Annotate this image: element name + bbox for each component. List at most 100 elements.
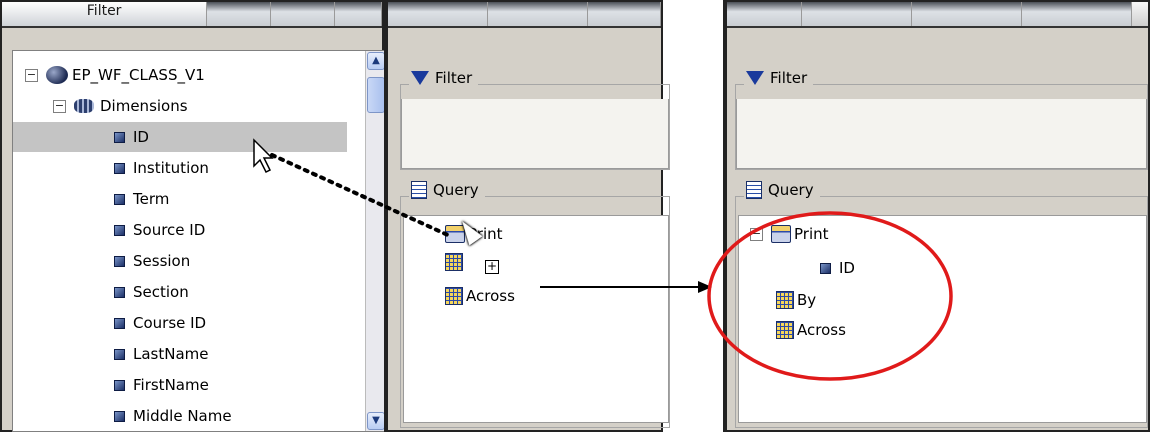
- query-item-label: Print: [794, 225, 829, 243]
- filter-title-label: Filter: [770, 69, 808, 87]
- dimension-field-icon: [820, 262, 831, 274]
- scroll-up-icon[interactable]: ▲: [367, 52, 385, 70]
- query-item-label: Across: [466, 287, 515, 305]
- query-group: Query − Print ID By Across: [735, 181, 1148, 428]
- grid-icon: [445, 253, 463, 271]
- dimension-field-icon: [114, 410, 125, 422]
- tab-bar: [727, 2, 1148, 28]
- query-drop-area[interactable]: [403, 215, 669, 423]
- query-item-across[interactable]: Across: [445, 287, 515, 305]
- tree-item-session[interactable]: Session: [114, 246, 190, 276]
- tab-bar: Filter: [2, 2, 382, 28]
- tab-blank-3[interactable]: [588, 2, 661, 26]
- tab-blank-3[interactable]: [912, 2, 1022, 26]
- filter-funnel-icon: [411, 71, 429, 85]
- dimension-field-icon: [114, 379, 125, 391]
- tree-item-label: ID: [133, 128, 149, 146]
- dimension-field-icon: [114, 224, 125, 236]
- filter-group: Filter: [400, 69, 670, 170]
- tab-blank-3[interactable]: [335, 2, 382, 26]
- filter-title-label: Filter: [435, 69, 473, 87]
- tree-scrollbar[interactable]: ▲ ▼: [365, 51, 385, 431]
- dimension-tree: − EP_WF_CLASS_V1 − Dimensions ID Institu…: [12, 50, 386, 432]
- collapse-icon[interactable]: −: [750, 227, 763, 241]
- query-item-print-id[interactable]: ID: [820, 259, 855, 277]
- tree-item-label: Middle Name: [133, 407, 232, 425]
- dimension-field-icon: [114, 348, 125, 360]
- filter-group-title: Filter: [744, 69, 814, 87]
- query-group: Query Print Across +: [400, 181, 670, 428]
- dimension-field-icon: [114, 317, 125, 329]
- tab-blank-2[interactable]: [271, 2, 336, 26]
- tree-root-label: EP_WF_CLASS_V1: [72, 66, 205, 84]
- dimension-field-icon: [114, 131, 125, 143]
- tree-item-label: Session: [133, 252, 191, 270]
- tree-item-course-id[interactable]: Course ID: [114, 308, 206, 338]
- tree-item-lastname[interactable]: LastName: [114, 339, 209, 369]
- query-document-icon: [411, 181, 427, 199]
- tree-root[interactable]: − EP_WF_CLASS_V1: [25, 60, 205, 90]
- query-item-by[interactable]: By: [776, 291, 816, 309]
- query-item-label: ID: [839, 259, 855, 277]
- query-item-print[interactable]: − Print: [750, 225, 829, 243]
- tab-filter[interactable]: Filter: [2, 2, 208, 26]
- query-group-title: Query: [409, 181, 485, 199]
- tree-dimensions[interactable]: − Dimensions: [53, 91, 188, 121]
- tab-blank-2[interactable]: [802, 2, 912, 26]
- tree-item-institution[interactable]: Institution: [114, 153, 209, 183]
- collapse-icon[interactable]: −: [53, 99, 66, 113]
- tree-item-id[interactable]: ID: [13, 122, 347, 152]
- filter-funnel-icon: [746, 71, 764, 85]
- tree-item-section[interactable]: Section: [114, 277, 189, 307]
- tree-item-label: Term: [133, 190, 170, 208]
- dimension-field-icon: [114, 162, 125, 174]
- filter-drop-area[interactable]: [736, 99, 1147, 169]
- tab-blank-4[interactable]: [1022, 2, 1132, 26]
- tree-item-middle-name[interactable]: Middle Name: [114, 401, 232, 431]
- dimension-field-icon: [114, 286, 125, 298]
- query-item-by-partial[interactable]: [445, 253, 466, 271]
- query-title-label: Query: [768, 181, 814, 199]
- query-panel-before: Filter Query Print Across +: [384, 0, 670, 432]
- transition-arrow-head: [698, 281, 712, 293]
- tree-item-label: Section: [133, 283, 189, 301]
- tree-dimensions-label: Dimensions: [100, 97, 188, 115]
- scroll-thumb[interactable]: [367, 77, 385, 113]
- print-icon: [771, 225, 791, 243]
- query-document-icon: [746, 181, 762, 199]
- drop-add-icon: +: [485, 259, 499, 274]
- grid-icon: [776, 321, 794, 339]
- tree-item-label: LastName: [133, 345, 209, 363]
- tree-item-term[interactable]: Term: [114, 184, 169, 214]
- query-group-title: Query: [744, 181, 820, 199]
- tab-blank-1[interactable]: [727, 2, 802, 26]
- tree-item-label: FirstName: [133, 376, 209, 394]
- collapse-icon[interactable]: −: [25, 68, 38, 82]
- dimension-field-icon: [114, 255, 125, 267]
- scroll-down-icon[interactable]: ▼: [367, 412, 385, 430]
- query-item-label: Across: [797, 321, 846, 339]
- tab-blank-1[interactable]: [207, 2, 272, 26]
- query-drop-area[interactable]: [738, 215, 1147, 423]
- grid-icon: [445, 287, 463, 305]
- tab-bar: [388, 2, 661, 28]
- filter-group: Filter: [735, 69, 1148, 170]
- tree-item-label: Course ID: [133, 314, 207, 332]
- tree-item-firstname[interactable]: FirstName: [114, 370, 209, 400]
- dimension-field-icon: [114, 193, 125, 205]
- query-panel-after: Filter Query − Print ID By Across: [723, 0, 1150, 432]
- data-tree-panel: Filter − EP_WF_CLASS_V1 − Dimensions ID …: [0, 0, 386, 432]
- tab-blank-1[interactable]: [388, 2, 489, 26]
- tree-item-source-id[interactable]: Source ID: [114, 215, 205, 245]
- query-title-label: Query: [433, 181, 479, 199]
- tree-item-label: Institution: [133, 159, 209, 177]
- database-icon: [46, 66, 68, 84]
- tree-item-label: Source ID: [133, 221, 206, 239]
- query-item-label: By: [797, 291, 817, 309]
- filter-drop-area[interactable]: [401, 99, 669, 169]
- grid-icon: [776, 291, 794, 309]
- filter-group-title: Filter: [409, 69, 479, 87]
- tab-blank-2[interactable]: [488, 2, 589, 26]
- dimensions-icon: [74, 99, 94, 113]
- query-item-across[interactable]: Across: [776, 321, 846, 339]
